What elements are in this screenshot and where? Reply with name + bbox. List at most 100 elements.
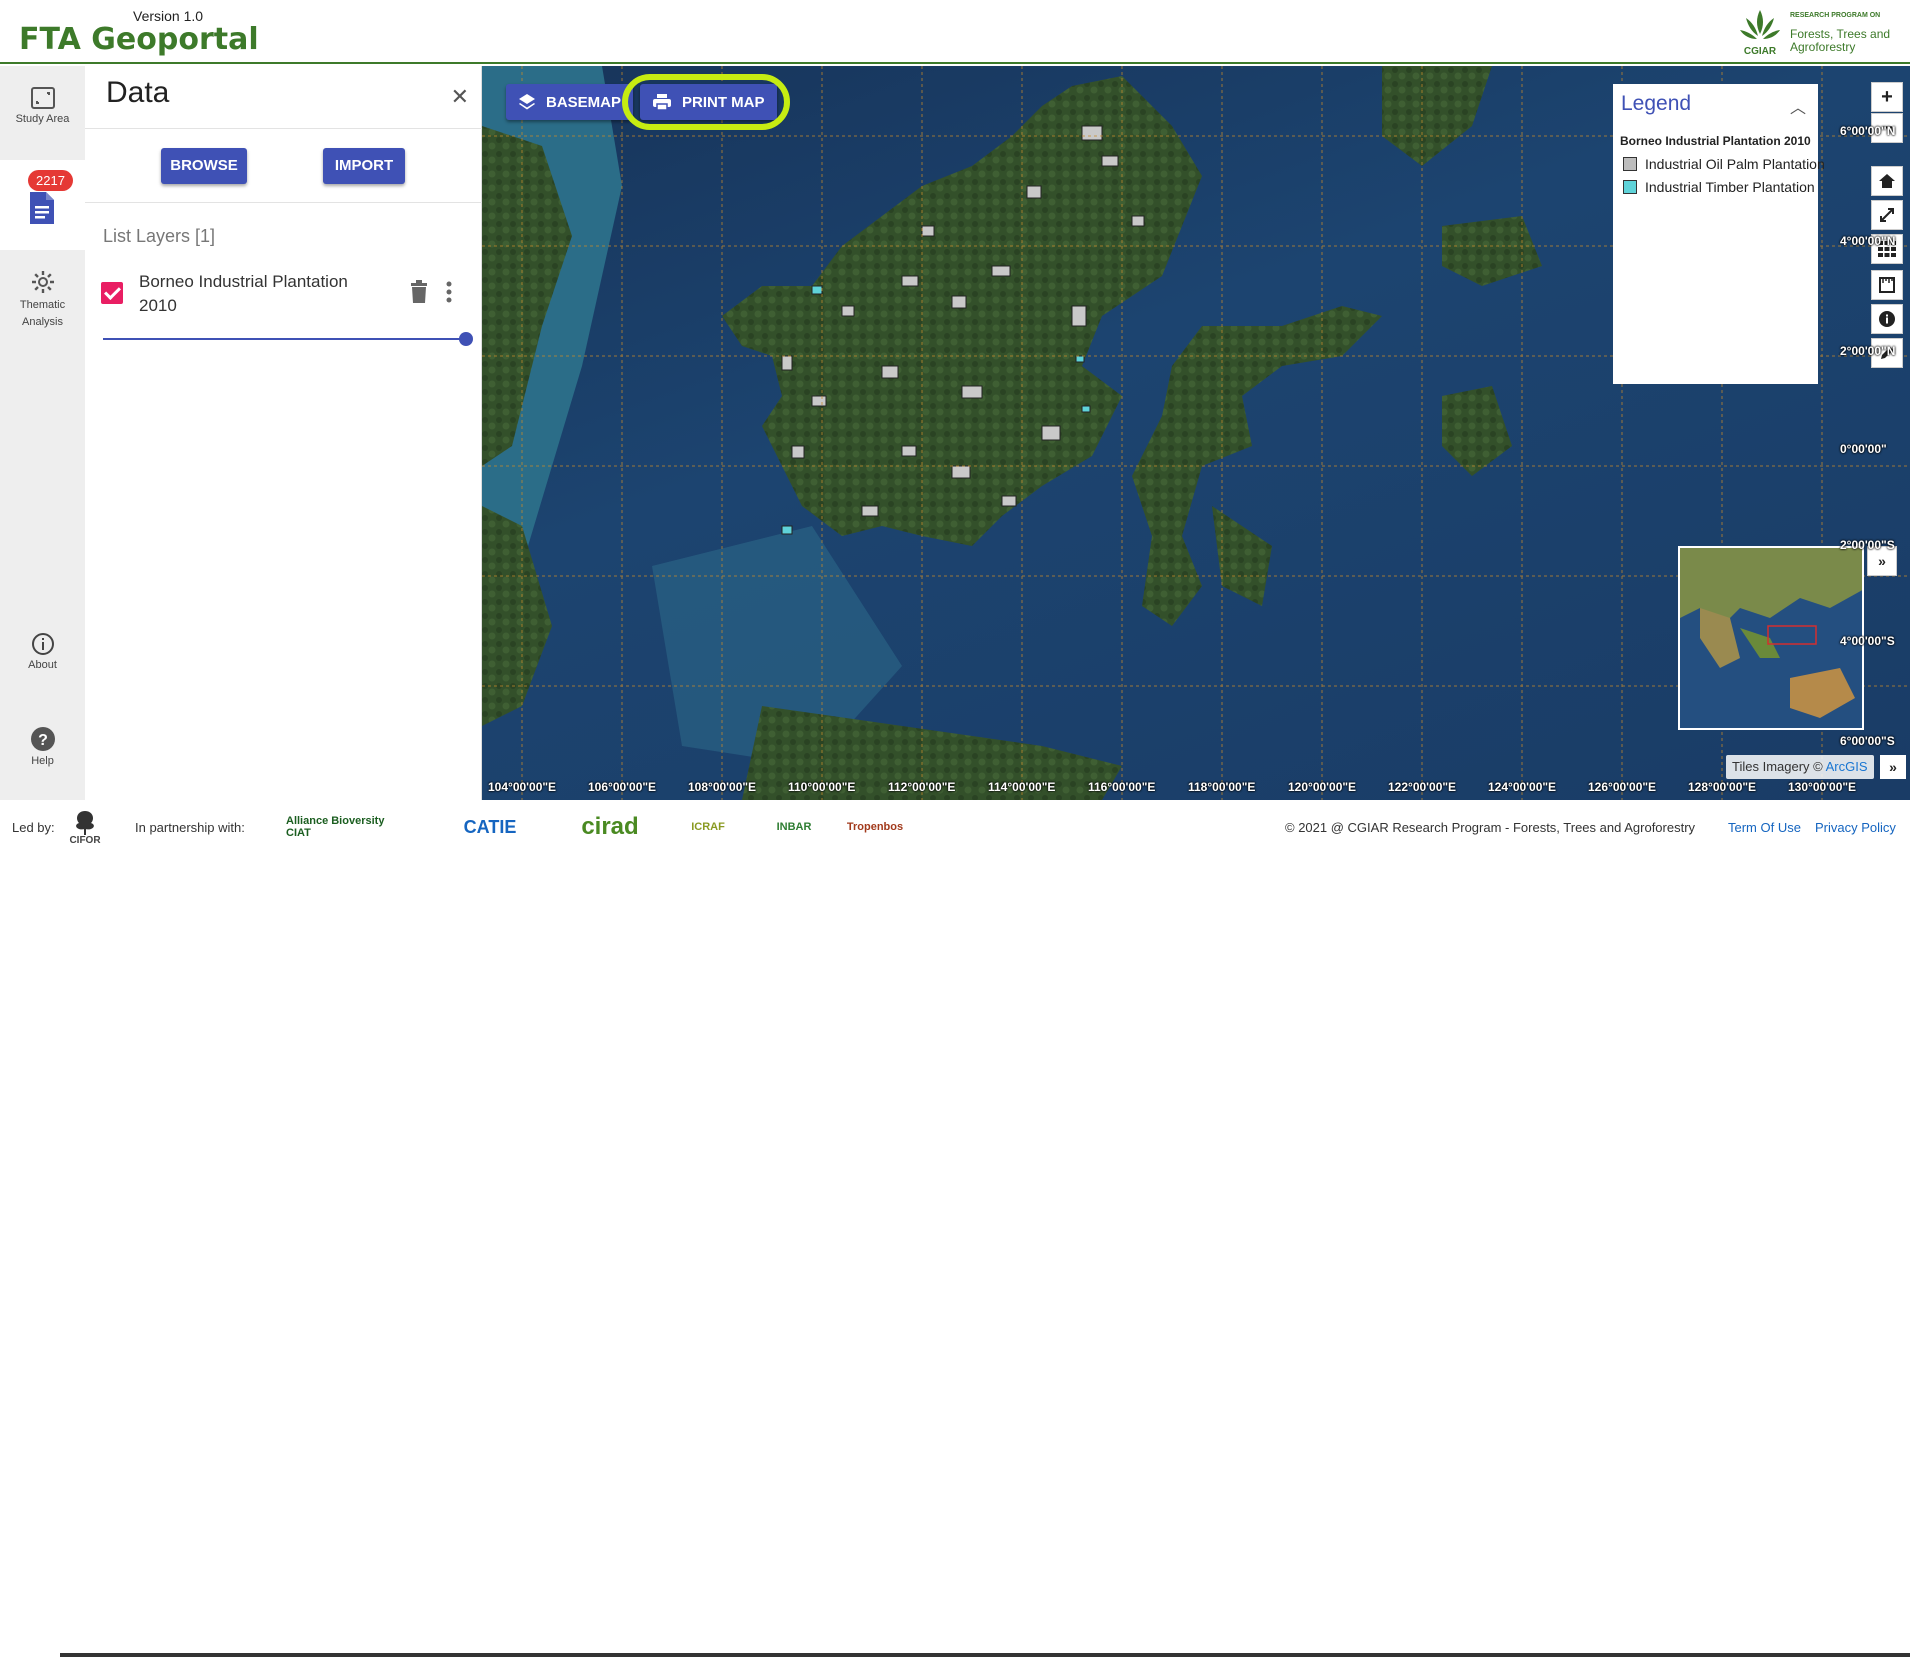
longitude-label: 126°00'00"E <box>1588 780 1657 794</box>
import-button[interactable]: IMPORT <box>323 148 405 184</box>
cgiar-program-name: Forests, Trees and Agroforestry <box>1790 27 1891 54</box>
data-count-badge: 2217 <box>28 170 73 191</box>
map-view[interactable]: BASEMAP PRINT MAP Legend ︿ Borneo Indust… <box>482 66 1910 800</box>
info-tool-icon[interactable] <box>1871 304 1903 334</box>
partner-logo-alliance[interactable]: Alliance Bioversity CIAT <box>286 806 404 848</box>
divider <box>85 202 482 203</box>
opacity-slider[interactable] <box>103 332 473 346</box>
cgiar-program-label: RESEARCH PROGRAM ON <box>1790 12 1881 19</box>
longitude-label: 104°00'00"E <box>488 780 557 794</box>
browse-button[interactable]: BROWSE <box>161 148 247 184</box>
measure-icon[interactable] <box>1871 270 1903 300</box>
rail-about-label: About <box>28 659 57 671</box>
longitude-label: 130°00'00"E <box>1788 780 1857 794</box>
rail-thematic-label: Thematic Analysis <box>19 299 66 328</box>
trash-icon[interactable] <box>409 280 429 304</box>
longitude-label: 110°00'00"E <box>788 780 856 794</box>
app-footer: Led by: CIFOR In partnership with: Allia… <box>0 800 1910 1657</box>
app-title[interactable]: FTA Geoportal <box>19 22 259 57</box>
layers-icon <box>519 94 535 110</box>
help-icon: ? <box>30 727 55 751</box>
cgiar-name: CGIAR <box>1744 46 1777 57</box>
panel-title: Data <box>106 76 170 109</box>
arcgis-link[interactable]: ArcGIS <box>1826 759 1868 774</box>
svg-text:?: ? <box>38 732 48 749</box>
partner-logo-tropenbos[interactable]: Tropenbos <box>847 806 903 848</box>
tree-icon <box>76 810 94 835</box>
privacy-policy-link[interactable]: Privacy Policy <box>1815 820 1896 835</box>
rail-help-label: Help <box>31 755 54 767</box>
longitude-label: 116°00'00"E <box>1088 780 1156 794</box>
partner-logo-catie[interactable]: CATIE <box>444 806 536 848</box>
longitude-label: 108°00'00"E <box>688 780 757 794</box>
longitude-label: 114°00'00"E <box>988 780 1056 794</box>
rail-help[interactable]: ? Help <box>0 726 85 767</box>
map-attribution: Tiles Imagery © ArcGIS <box>1726 755 1874 779</box>
app-header: Version 1.0 FTA Geoportal CGIAR RESEARCH… <box>0 0 1910 64</box>
chevron-up-icon[interactable]: ︿ <box>1790 94 1806 118</box>
attribution-toggle-button[interactable]: » <box>1880 755 1906 779</box>
more-vert-icon[interactable] <box>445 280 453 304</box>
longitude-label: 118°00'00"E <box>1188 780 1256 794</box>
cgiar-leaf-icon: CGIAR <box>1740 10 1780 57</box>
basemap-label: BASEMAP <box>546 93 622 111</box>
minimap-image <box>1680 548 1862 728</box>
legend-item-label: Industrial Timber Plantation <box>1645 179 1815 195</box>
longitude-label: 124°00'00"E <box>1488 780 1557 794</box>
info-icon <box>31 633 54 655</box>
legend-item: Industrial Timber Plantation <box>1623 179 1815 195</box>
led-by-label: Led by: <box>12 820 55 835</box>
latitude-label: 2°00'00"S <box>1840 538 1895 552</box>
cgiar-logo: CGIAR RESEARCH PROGRAM ON Forests, Trees… <box>1736 6 1896 58</box>
latitude-label: 0°00'00" <box>1840 442 1887 456</box>
rail-thematic-analysis[interactable]: Thematic Analysis <box>0 270 85 331</box>
longitude-label: 122°00'00"E <box>1388 780 1457 794</box>
terms-of-use-link[interactable]: Term Of Use <box>1728 820 1801 835</box>
longitude-label: 106°00'00"E <box>588 780 657 794</box>
latitude-label: 6°00'00"N <box>1840 124 1896 138</box>
scrollbar[interactable] <box>60 1653 1910 1657</box>
layer-row: Borneo Industrial Plantation 2010 <box>101 266 471 316</box>
partner-logo-inbar[interactable]: INBAR <box>768 806 820 848</box>
rail-study-area[interactable]: Study Area <box>0 86 85 125</box>
print-map-highlight <box>622 74 790 130</box>
document-icon <box>30 192 54 224</box>
divider <box>85 128 482 129</box>
rail-study-area-label: Study Area <box>15 113 70 125</box>
close-icon[interactable]: ✕ <box>451 84 469 110</box>
partner-logo-cirad[interactable]: cirad <box>570 806 650 848</box>
legend-item-label: Industrial Oil Palm Plantation <box>1645 156 1825 172</box>
latitude-label: 6°00'00"S <box>1840 734 1895 748</box>
study-area-icon <box>30 87 55 109</box>
overview-minimap[interactable] <box>1678 546 1864 730</box>
legend-title: Legend <box>1621 92 1692 115</box>
legend-panel: Legend ︿ Borneo Industrial Plantation 20… <box>1613 84 1825 384</box>
longitude-label: 120°00'00"E <box>1288 780 1357 794</box>
left-rail: Study Area 2217 Thematic Analysis About … <box>0 66 85 802</box>
attribution-text: Tiles Imagery © <box>1732 759 1823 774</box>
copyright-text: © 2021 @ CGIAR Research Program - Forest… <box>1285 820 1696 835</box>
cifor-name: CIFOR <box>69 834 101 846</box>
zoom-in-button[interactable]: + <box>1871 82 1903 112</box>
cifor-logo[interactable]: CIFOR <box>56 806 114 848</box>
partner-logo-icraf[interactable]: ICRAF <box>680 806 736 848</box>
partnership-label: In partnership with: <box>135 820 245 835</box>
layer-visibility-checkbox[interactable] <box>101 282 123 304</box>
longitude-label: 112°00'00"E <box>888 780 956 794</box>
opacity-slider-thumb[interactable] <box>459 332 473 346</box>
legend-layer-name: Borneo Industrial Plantation 2010 <box>1620 134 1811 148</box>
rail-about[interactable]: About <box>0 632 85 671</box>
layer-name: Borneo Industrial Plantation 2010 <box>139 272 348 315</box>
gear-icon <box>31 271 54 293</box>
fullscreen-icon[interactable] <box>1871 200 1903 230</box>
home-icon[interactable] <box>1871 166 1903 196</box>
legend-swatch <box>1623 180 1637 194</box>
longitude-label: 128°00'00"E <box>1688 780 1757 794</box>
legend-item: Industrial Oil Palm Plantation <box>1623 156 1825 172</box>
legend-swatch <box>1623 157 1637 171</box>
latitude-label: 4°00'00"N <box>1840 234 1896 248</box>
basemap-button[interactable]: BASEMAP <box>506 84 634 120</box>
list-layers-heading: List Layers [1] <box>103 226 216 246</box>
latitude-label: 2°00'00"N <box>1840 344 1896 358</box>
data-panel: Data ✕ BROWSE IMPORT List Layers [1] Bor… <box>85 66 482 802</box>
